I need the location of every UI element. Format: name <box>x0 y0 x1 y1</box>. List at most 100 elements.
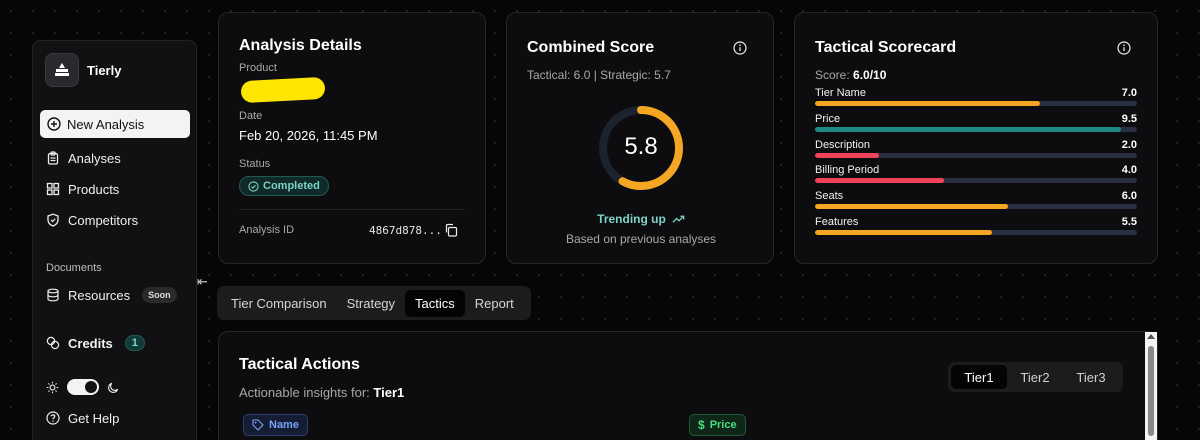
new-analysis-label: New Analysis <box>67 116 145 132</box>
scorecard-row-label: Description <box>815 138 871 151</box>
scorecard-bar-fill <box>815 101 1041 106</box>
tier-option-tier1[interactable]: Tier1 <box>951 365 1007 389</box>
tab-report[interactable]: Report <box>465 290 524 317</box>
scorecard-row-label: Seats <box>815 190 844 203</box>
sidebar-item-label: Analyses <box>68 150 121 166</box>
scorecard-bar-fill <box>815 178 944 184</box>
combined-score-card: Combined Score Tactical: 6.0 | Strategic… <box>506 12 774 264</box>
scorecard-row-value: 7.0 <box>1121 87 1137 99</box>
scorecard-row-label: Billing Period <box>815 164 880 177</box>
status-badge: Completed <box>239 176 329 196</box>
tactical-actions-subtitle: Actionable insights for: Tier1 <box>239 385 404 400</box>
brand[interactable]: Tierly <box>45 53 121 87</box>
credits-count-badge: 1 <box>124 335 145 351</box>
tactical-scorecard-card: Tactical Scorecard Score: 6.0/10 Tier Na… <box>794 12 1158 264</box>
shield-icon <box>47 213 59 227</box>
analysis-details-card: Analysis Details Product Date Feb 20, 20… <box>218 12 486 264</box>
scorecard-row-label: Price <box>815 112 841 125</box>
coins-icon <box>46 336 60 350</box>
scorecard-row-value: 6.0 <box>1121 190 1137 203</box>
divider <box>239 209 465 210</box>
scorecard-row-value: 4.0 <box>1121 164 1137 177</box>
date-value: Feb 20, 2026, 11:45 PM <box>239 128 378 143</box>
database-icon <box>47 288 59 302</box>
main-tabs: Tier Comparison Strategy Tactics Report <box>217 286 531 320</box>
scorecard-bar-track <box>815 230 1137 235</box>
tactical-strategic-breakdown: Tactical: 6.0 | Strategic: 5.7 <box>527 68 671 82</box>
scorecard-row-label: Tier Name <box>815 87 866 99</box>
section-label-documents: Documents <box>46 262 102 274</box>
score-value: 6.0/10 <box>853 68 887 82</box>
trending-up-icon <box>672 215 685 223</box>
date-label: Date <box>239 110 263 122</box>
scorecard-bar-track <box>815 178 1137 184</box>
tier-option-tier3[interactable]: Tier3 <box>1063 365 1119 389</box>
redacted-product-highlight <box>240 76 326 104</box>
product-label: Product <box>239 62 277 74</box>
collapse-sidebar-icon[interactable]: ⇤ <box>197 274 208 290</box>
analysis-id-label: Analysis ID <box>239 224 295 236</box>
chip-label: Price <box>709 419 737 431</box>
scorecard-bar-track <box>815 101 1137 106</box>
scroll-thumb[interactable] <box>1148 346 1154 436</box>
sidebar-item-get-help[interactable]: Get Help <box>46 408 119 428</box>
new-analysis-button[interactable]: New Analysis <box>40 110 190 138</box>
name-chip: Name <box>243 414 308 436</box>
sidebar-item-products[interactable]: Products <box>46 179 119 199</box>
scorecard-row-header: Description 2.0 <box>815 139 1137 151</box>
tier-selector: Tier1 Tier2 Tier3 <box>948 362 1123 392</box>
scrollbar[interactable] <box>1145 332 1157 440</box>
trend-note: Based on previous analyses <box>565 232 717 246</box>
scorecard-bar-fill <box>815 230 993 235</box>
sidebar-item-resources[interactable]: Resources Soon <box>46 285 177 305</box>
tab-strategy[interactable]: Strategy <box>337 290 405 317</box>
tactical-actions-title: Tactical Actions <box>239 356 360 373</box>
plus-circle-icon <box>47 117 61 131</box>
dollar-icon: $ <box>698 418 705 432</box>
tab-tactics[interactable]: Tactics <box>405 289 465 317</box>
scorecard-bar-fill <box>815 152 880 158</box>
sun-icon <box>46 381 59 393</box>
scroll-up-icon[interactable] <box>1147 334 1155 339</box>
scorecard-row: Seats 6.0 <box>815 190 1137 210</box>
tag-icon <box>252 419 264 431</box>
sidebar-item-competitors[interactable]: Competitors <box>46 210 138 230</box>
sidebar: Tierly New Analysis Analyses Products Co… <box>32 40 197 440</box>
sidebar-item-credits[interactable]: Credits 1 <box>46 333 145 353</box>
scorecard-bar-fill <box>815 204 1009 210</box>
help-circle-icon <box>46 411 60 425</box>
scorecard-row: Price 9.5 <box>815 113 1137 132</box>
sidebar-item-analyses[interactable]: Analyses <box>46 148 121 168</box>
brand-logo-icon <box>45 53 79 87</box>
chip-label: Name <box>269 419 299 431</box>
scorecard-row-value: 9.5 <box>1121 112 1137 125</box>
soon-badge: Soon <box>142 287 177 303</box>
scorecard-bar-track <box>815 204 1137 210</box>
copy-icon[interactable] <box>444 223 458 237</box>
status-value: Completed <box>263 180 320 192</box>
analysis-id-value: 4867d878... <box>369 224 442 237</box>
trend-row: Trending up <box>507 212 775 226</box>
tactical-scorecard-title: Tactical Scorecard <box>815 39 957 56</box>
brand-name: Tierly <box>87 62 122 78</box>
info-icon[interactable] <box>733 41 747 55</box>
scorecard-row: Tier Name 7.0 <box>815 87 1137 106</box>
scorecard-row-header: Price 9.5 <box>815 113 1137 125</box>
info-icon[interactable] <box>1117 41 1131 55</box>
scorecard-bar-track <box>815 152 1137 158</box>
sidebar-item-label: Get Help <box>68 410 120 426</box>
tab-tier-comparison[interactable]: Tier Comparison <box>221 290 337 317</box>
moon-icon <box>108 382 119 393</box>
price-chip: $ Price <box>689 414 746 436</box>
subtitle-tier: Tier1 <box>373 385 405 400</box>
score-label: Score: <box>815 68 850 82</box>
scorecard-bar-track <box>815 126 1137 132</box>
analysis-details-title: Analysis Details <box>239 37 362 54</box>
theme-toggle[interactable] <box>67 379 99 395</box>
tactical-actions-card: Tactical Actions Actionable insights for… <box>218 331 1158 440</box>
scorecard-row-header: Tier Name 7.0 <box>815 87 1137 99</box>
theme-toggle-row <box>46 379 120 395</box>
grid-icon <box>46 182 60 196</box>
tier-option-tier2[interactable]: Tier2 <box>1007 365 1063 389</box>
sidebar-item-label: Resources <box>68 287 131 303</box>
